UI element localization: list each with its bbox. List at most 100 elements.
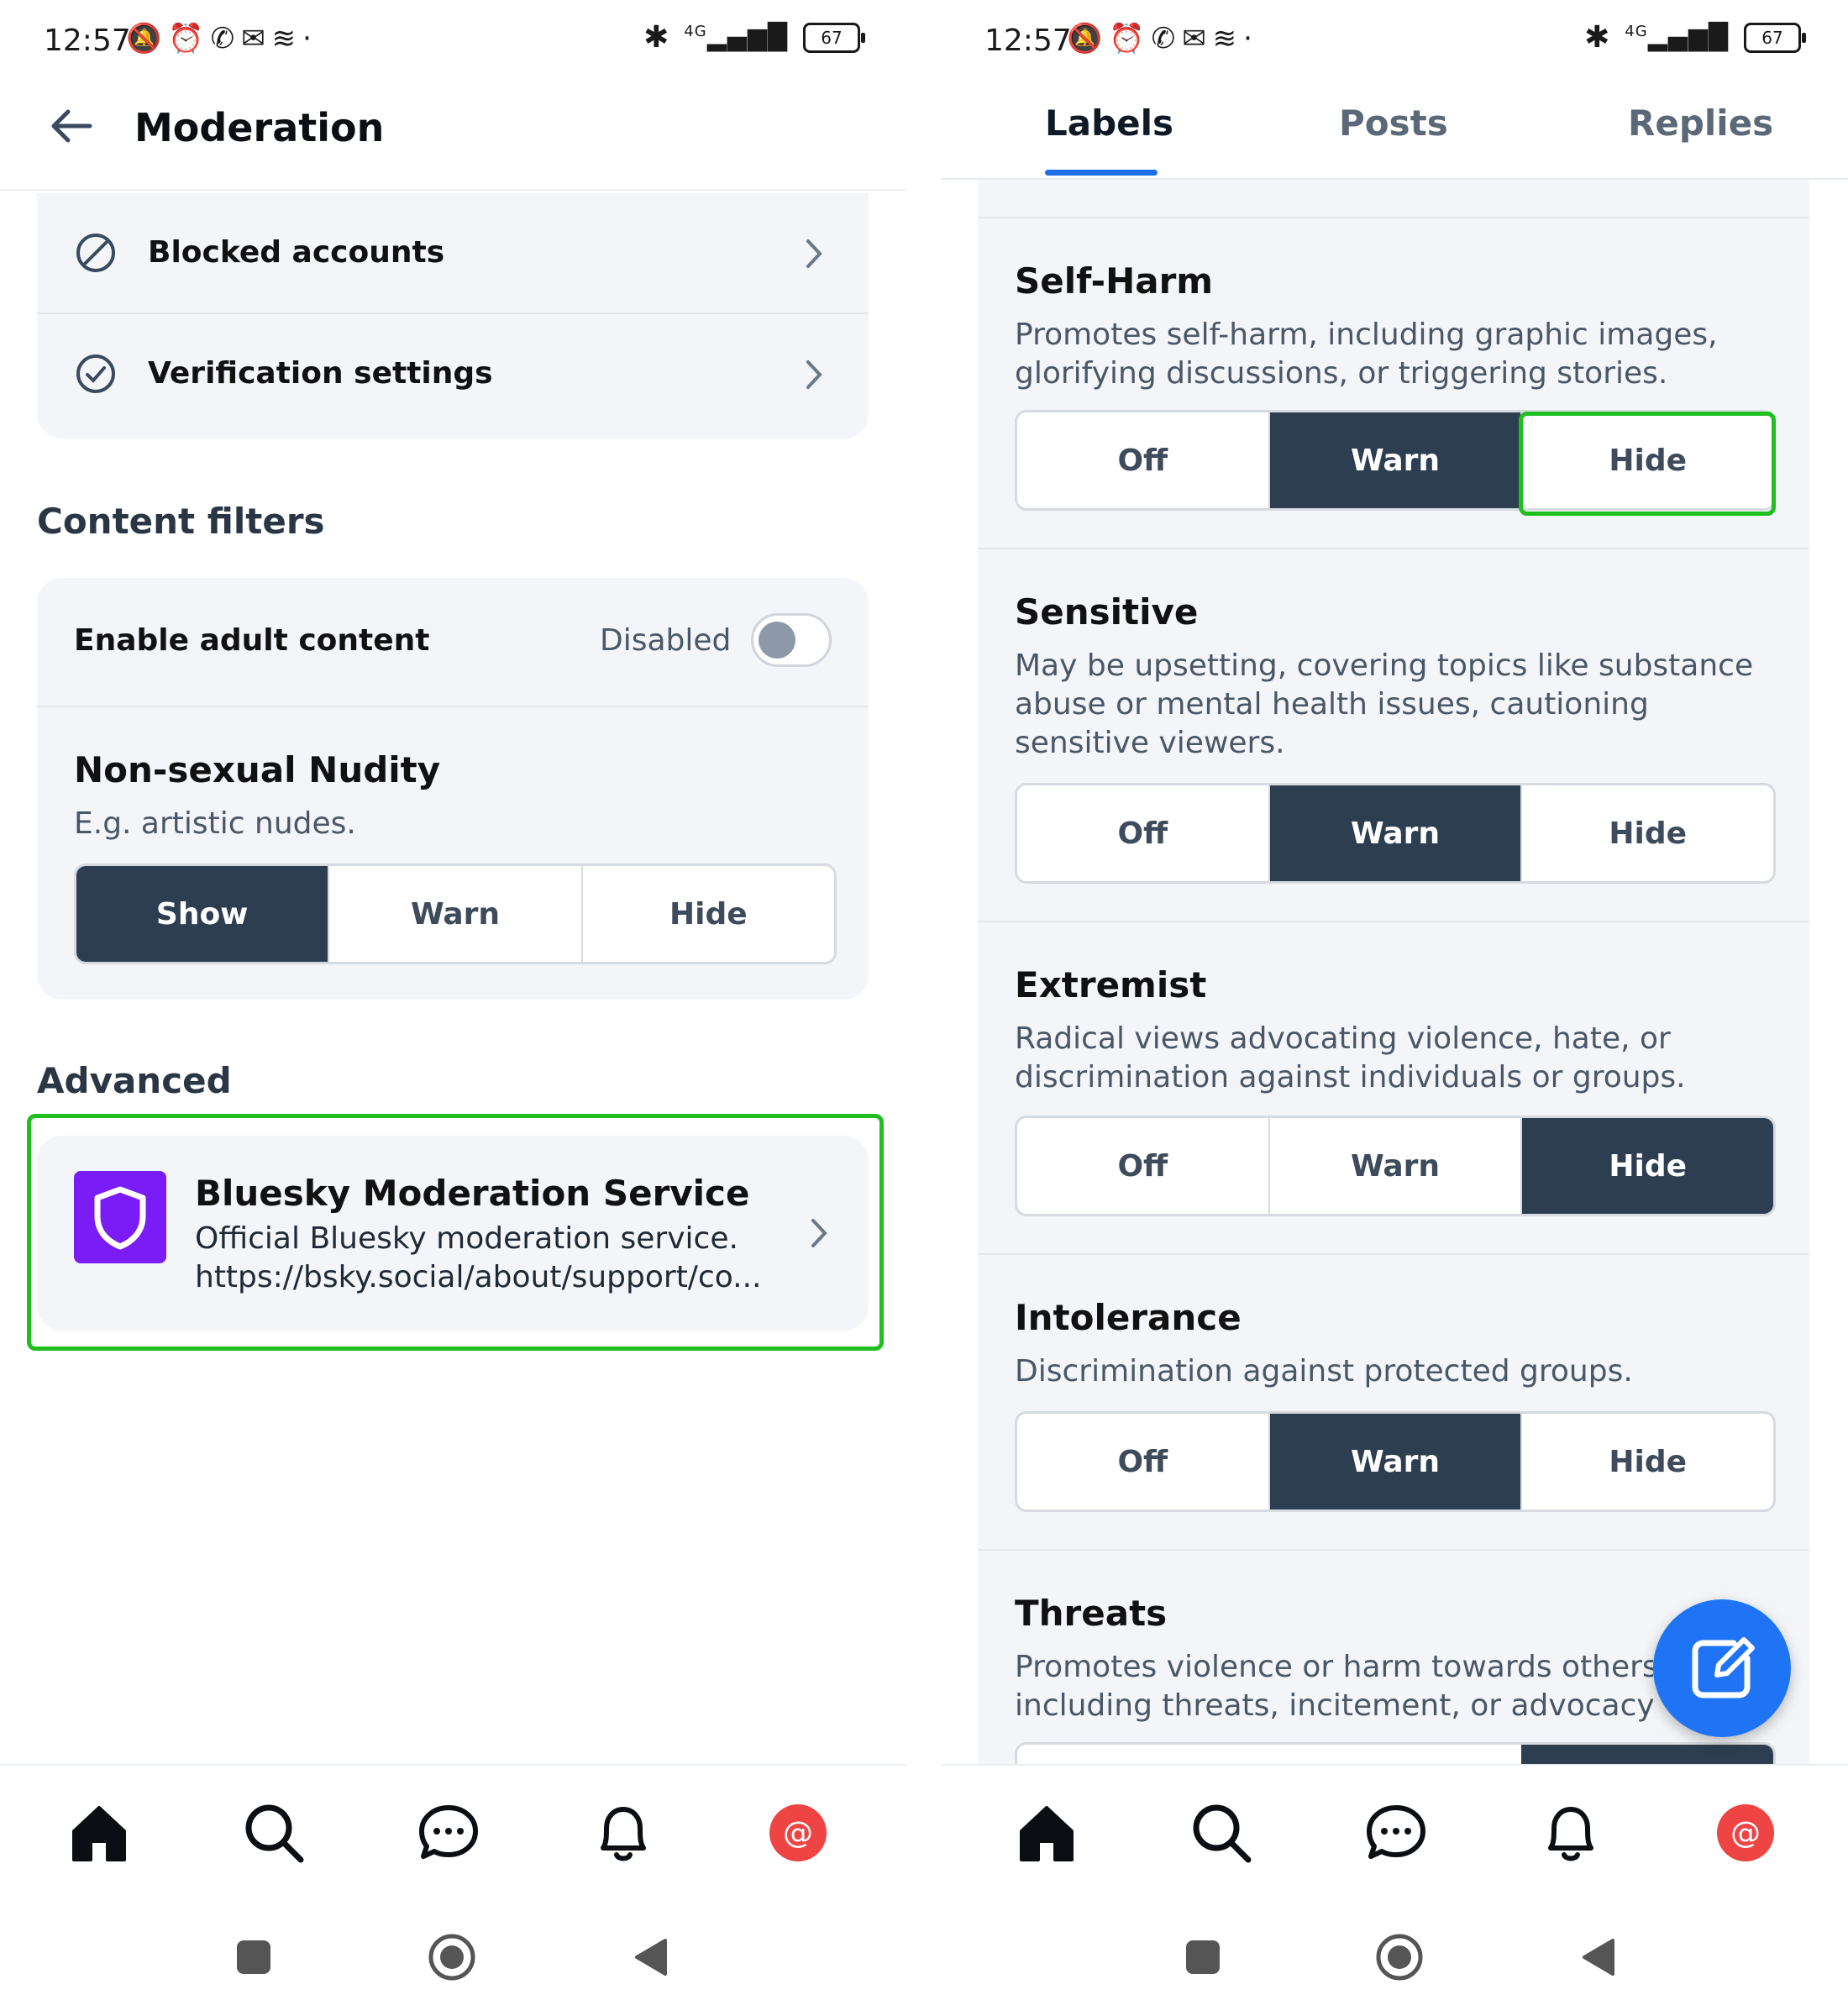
off-option[interactable]: Off (1017, 412, 1270, 508)
label-title: Threats (1015, 1593, 1168, 1634)
page-title: Moderation (134, 105, 385, 150)
divider (978, 548, 1809, 549)
home-icon[interactable] (1013, 1799, 1080, 1866)
threats-segmented-control (1015, 1742, 1776, 1767)
nudity-desc: E.g. artistic nudes. (74, 806, 356, 841)
search-icon[interactable] (240, 1799, 307, 1866)
hide-option[interactable]: Hide (1522, 785, 1773, 881)
nudity-hide-option[interactable]: Hide (583, 866, 834, 962)
chat-icon[interactable] (415, 1799, 482, 1866)
off-option[interactable]: Off (1017, 1414, 1270, 1509)
toggle-knob (759, 622, 795, 659)
divider (978, 1549, 1809, 1551)
label-title: Sensitive (1015, 591, 1199, 633)
tab-labels[interactable]: Labels (1045, 102, 1173, 144)
warn-option[interactable]: Warn (1270, 1118, 1523, 1214)
nudity-warn-option[interactable]: Warn (329, 866, 583, 962)
label-desc: Promotes self-harm, including graphic im… (1015, 318, 1718, 391)
tab-posts[interactable]: Posts (1339, 102, 1448, 144)
battery-icon: 67 (1744, 22, 1806, 53)
system-nav-bar (941, 1907, 1848, 2016)
extremist-segmented-control: Off Warn Hide (1015, 1116, 1776, 1216)
warn-option[interactable]: Warn (1269, 1414, 1523, 1509)
adult-content-toggle[interactable] (751, 613, 832, 667)
bluetooth-icon: ✱ (643, 20, 669, 55)
moderation-menu-card: Blocked accounts Verification settings (37, 193, 869, 438)
off-option[interactable]: Off (1017, 785, 1270, 881)
battery-icon: 67 (803, 22, 865, 53)
divider (978, 921, 1809, 922)
divider (978, 1253, 1809, 1255)
adult-content-state: Disabled (600, 623, 732, 658)
labels-screen: 12:57 🔕⏰✆✉≋· ✱ 4G▂▄▆█ 67 Labels Posts Re… (941, 0, 1848, 2016)
verification-settings-label: Verification settings (148, 356, 493, 391)
nudity-segmented-control: Show Warn Hide (74, 864, 837, 964)
hide-option[interactable]: Hide (1522, 1118, 1773, 1214)
bottom-nav: @ (0, 1764, 907, 1908)
bluetooth-icon: ✱ (1584, 20, 1610, 55)
compose-button[interactable] (1653, 1599, 1791, 1737)
hide-option[interactable]: Hide (1522, 1414, 1773, 1509)
chevron-right-icon (806, 239, 822, 268)
blocked-icon (76, 234, 115, 272)
back-button-icon[interactable] (1579, 1937, 1616, 1977)
active-tab-indicator (1045, 170, 1158, 176)
home-button-icon[interactable] (1374, 1932, 1425, 1982)
label-desc: May be upsetting, covering topics like s… (1015, 648, 1754, 760)
status-bar: 12:57 🔕⏰✆✉≋· ✱ 4G▂▄▆█ 67 (0, 0, 907, 84)
sensitive-segmented-control: Off Warn Hide (1015, 783, 1776, 884)
chevron-right-icon (806, 360, 822, 389)
adult-content-label: Enable adult content (74, 623, 430, 658)
label-title: Self-Harm (1015, 260, 1214, 302)
back-button-icon[interactable] (632, 1937, 669, 1977)
chat-icon[interactable] (1362, 1799, 1430, 1866)
label-title: Intolerance (1015, 1297, 1242, 1338)
at-avatar-icon[interactable]: @ (1712, 1799, 1779, 1866)
label-desc: Promotes violence or harm towards others… (1015, 1650, 1653, 1723)
home-button-icon[interactable] (427, 1932, 477, 1982)
off-option[interactable]: Off (1017, 1118, 1270, 1214)
label-desc: Radical views advocating violence, hate,… (1015, 1021, 1686, 1095)
divider (37, 706, 869, 707)
warn-option[interactable]: Warn (1269, 412, 1523, 508)
at-avatar-icon[interactable]: @ (764, 1799, 832, 1866)
label-title: Extremist (1015, 964, 1207, 1005)
blocked-accounts-label: Blocked accounts (148, 235, 445, 270)
content-filters-card: Enable adult content Disabled Non-sexual… (37, 578, 869, 1000)
compose-icon (1692, 1637, 1755, 1698)
notification-icons: 🔕⏰✆✉≋· (126, 22, 318, 55)
status-bar: 12:57 🔕⏰✆✉≋· ✱ 4G▂▄▆█ 67 (941, 0, 1848, 84)
moderation-screen: 12:57 🔕⏰✆✉≋· ✱ 4G▂▄▆█ 67 Moderation Bloc… (0, 0, 907, 2016)
verification-settings-row[interactable]: Verification settings (37, 314, 869, 437)
divider (978, 217, 1809, 218)
warn-option[interactable]: Warn (1269, 785, 1523, 881)
intolerance-segmented-control: Off Warn Hide (1015, 1411, 1776, 1512)
blocked-accounts-row[interactable]: Blocked accounts (37, 193, 869, 312)
system-nav-bar (0, 1907, 907, 2016)
tab-replies[interactable]: Replies (1628, 102, 1773, 144)
svg-text:@: @ (1730, 1816, 1761, 1851)
status-right: ✱ 4G▂▄▆█ 67 (1584, 20, 1806, 55)
nudity-show-option[interactable]: Show (76, 866, 330, 962)
bell-icon[interactable] (590, 1799, 657, 1866)
nudity-title: Non-sexual Nudity (74, 749, 441, 790)
status-time: 12:57 (984, 24, 1072, 58)
svg-text:@: @ (783, 1816, 813, 1851)
recents-icon[interactable] (1184, 1939, 1221, 1976)
status-time: 12:57 (44, 24, 131, 58)
status-right: ✱ 4G▂▄▆█ 67 (643, 20, 865, 55)
signal-icon: 4G▂▄▆█ (1625, 23, 1729, 52)
recents-icon[interactable] (235, 1939, 272, 1976)
bottom-nav: @ (941, 1764, 1848, 1908)
bell-icon[interactable] (1537, 1799, 1604, 1866)
check-circle-icon (76, 354, 115, 393)
label-desc: Discrimination against protected groups. (1015, 1354, 1633, 1389)
signal-icon: 4G▂▄▆█ (684, 23, 788, 52)
notification-icons: 🔕⏰✆✉≋· (1067, 22, 1259, 55)
content-filters-title: Content filters (37, 501, 325, 542)
home-icon[interactable] (66, 1799, 133, 1866)
advanced-title: Advanced (37, 1060, 232, 1101)
highlight-box (1519, 412, 1776, 516)
back-arrow-icon[interactable] (46, 105, 97, 147)
search-icon[interactable] (1188, 1799, 1255, 1866)
